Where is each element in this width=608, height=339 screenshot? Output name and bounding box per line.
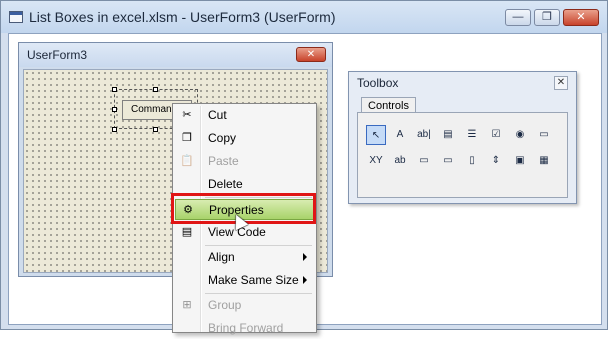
submenu-arrow-icon — [303, 276, 307, 284]
view-code-icon: ▤ — [181, 226, 193, 238]
scrollbar-icon[interactable]: ▯ — [462, 151, 482, 171]
menu-item-bring-forward: Bring Forward — [175, 318, 314, 339]
submenu-arrow-icon — [303, 253, 307, 261]
frame-icon[interactable]: XY — [366, 151, 386, 171]
refedit-icon[interactable]: ▦ — [534, 151, 554, 171]
menu-separator — [205, 245, 312, 246]
textbox-icon[interactable]: ab| — [414, 125, 434, 145]
spinbutton-icon[interactable]: ⇕ — [486, 151, 506, 171]
maximize-button[interactable]: ❐ — [534, 9, 560, 26]
togglebutton-icon[interactable]: ▭ — [534, 125, 554, 145]
menu-item-label: Cut — [208, 108, 227, 122]
menu-item-cut[interactable]: ✂ Cut — [175, 105, 314, 126]
menu-item-label: Paste — [208, 154, 239, 168]
toolbox-window[interactable]: Toolbox ✕ Controls ↖ Aab| ▤ ☰ ☑ ◉ ▭ XY ab ▭ ▭ ▯ ⇕ ▣ ▦ — [348, 71, 577, 204]
group-icon: ⊞ — [182, 299, 192, 311]
image-icon[interactable]: ▣ — [510, 151, 530, 171]
combobox-icon[interactable]: ▤ — [438, 125, 458, 145]
resize-handle-n[interactable] — [153, 87, 158, 92]
resize-handle-s[interactable] — [153, 127, 158, 132]
menu-item-make-same-size[interactable]: Make Same Size — [175, 270, 314, 291]
listbox-icon[interactable]: ☰ — [462, 125, 482, 145]
resize-handle-nw[interactable] — [112, 87, 117, 92]
menu-item-delete[interactable]: Delete — [175, 174, 314, 195]
toolbox-title: Toolbox — [357, 76, 399, 90]
minimize-button[interactable]: — — [505, 9, 531, 26]
menu-item-label: Bring Forward — [208, 321, 284, 335]
select-objects-icon[interactable]: ↖ — [366, 125, 386, 145]
clipboard-icon: 📋 — [180, 155, 194, 167]
menu-item-label: Group — [208, 298, 242, 312]
menu-item-paste: 📋 Paste — [175, 151, 314, 172]
checkbox-icon[interactable]: ☑ — [486, 125, 506, 145]
menu-item-label: Copy — [208, 131, 237, 145]
menu-separator — [205, 293, 312, 294]
userform-titlebar[interactable]: UserForm3 ✕ — [19, 43, 332, 67]
vba-app-icon — [9, 11, 23, 23]
commandbutton-icon[interactable]: ab — [390, 151, 410, 171]
window-title: List Boxes in excel.xlsm - UserForm3 (Us… — [29, 9, 336, 25]
resize-handle-w[interactable] — [112, 107, 117, 112]
userform-title: UserForm3 — [27, 48, 88, 62]
window-titlebar[interactable]: List Boxes in excel.xlsm - UserForm3 (Us… — [1, 1, 607, 33]
close-button[interactable]: ✕ — [563, 9, 599, 26]
scissors-icon: ✂ — [182, 109, 192, 121]
userform-close-button[interactable]: ✕ — [296, 47, 326, 62]
menu-item-copy[interactable]: ❐ Copy — [175, 128, 314, 149]
tabstrip-icon[interactable]: ▭ — [414, 151, 434, 171]
menu-item-label: Delete — [208, 177, 243, 191]
multipage-icon[interactable]: ▭ — [438, 151, 458, 171]
optionbutton-icon[interactable]: ◉ — [510, 125, 530, 145]
menu-item-align[interactable]: Align — [175, 247, 314, 268]
menu-item-group: ⊞ Group — [175, 295, 314, 316]
label-icon[interactable]: A — [390, 125, 410, 145]
toolbox-controls-panel: ↖ Aab| ▤ ☰ ☑ ◉ ▭ XY ab ▭ ▭ ▯ ⇕ ▣ ▦ — [357, 112, 568, 198]
copy-icon: ❐ — [182, 132, 192, 144]
toolbox-close-button[interactable]: ✕ — [554, 76, 568, 90]
menu-item-label: Align — [208, 250, 235, 264]
menu-item-label: Make Same Size — [208, 273, 299, 287]
resize-handle-sw[interactable] — [112, 127, 117, 132]
